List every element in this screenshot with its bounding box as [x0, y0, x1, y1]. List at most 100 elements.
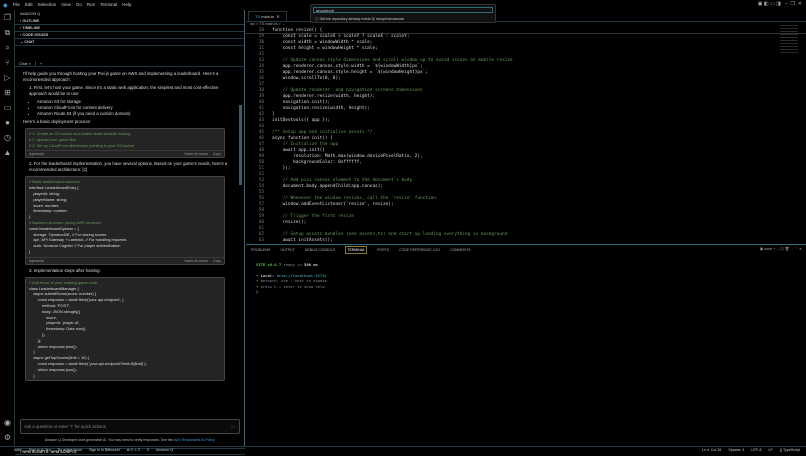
tab-label: main.ts: [261, 14, 275, 19]
status-right-item[interactable]: Spaces: 4: [728, 448, 744, 452]
line-text: resolution: Math.max(window.devicePixelR…: [272, 154, 423, 159]
line-text: function resize() {: [272, 28, 323, 33]
remote-icon[interactable]: ▭: [0, 100, 15, 115]
status-left-item[interactable]: ⊗ 0 ⚠ 0: [127, 448, 140, 452]
line-text: const width = windowWidth * scale;: [272, 40, 373, 45]
line-text: app.renderer.canvas.style.height = `${wi…: [272, 70, 428, 75]
line-text: // Add pixi canvas element to the docume…: [272, 178, 413, 183]
tab-comments[interactable]: COMMENTS: [450, 248, 470, 252]
local-url[interactable]: http://localhost:5173/: [277, 273, 327, 278]
menu-selection[interactable]: Selection: [38, 2, 57, 7]
line-text: window.addEventListener('resize', resize…: [272, 202, 394, 207]
command-palette-input[interactable]: arcaneorb: [313, 7, 493, 13]
status-right-item[interactable]: UTF-8: [751, 448, 761, 452]
command-palette[interactable]: arcaneorb ⓘ GitHub repository already ex…: [310, 4, 496, 23]
code-block: // Add these to your existing game code c…: [25, 276, 225, 382]
shell-name: node: [764, 247, 773, 251]
line-text: // Trigger the first resize: [272, 214, 354, 219]
line-text: const height = windowHeight * scale;: [272, 46, 378, 51]
minimap[interactable]: [780, 25, 798, 55]
status-left-item[interactable]: Amazon Q: [156, 448, 173, 452]
menu-run[interactable]: Run: [87, 2, 95, 7]
add-chat-button[interactable]: +: [40, 61, 42, 66]
code-line: // 3. Set up CloudFront distribution poi…: [29, 142, 135, 148]
timeline-icon[interactable]: ◷: [0, 130, 15, 145]
tab-output[interactable]: OUTPUT: [280, 248, 294, 252]
repo-name: sborplr/arcaneorb: [376, 17, 405, 21]
menu-file[interactable]: File: [13, 2, 20, 7]
terminal-actions[interactable]: ▣ node + ⌄ ◫ 🗑 … ⌃ ✕: [760, 247, 802, 251]
send-icon[interactable]: ▷: [232, 420, 235, 433]
status-left-item[interactable]: No active issue: [58, 448, 82, 452]
chat-tab-label: Chat: [19, 60, 28, 66]
line-text: window.scrollTo(0, 0);: [272, 76, 341, 81]
status-left-item[interactable]: 0: [147, 448, 149, 452]
aws-icon[interactable]: ▲: [0, 145, 15, 160]
chat-panel: Chat × + I'll help guide you through hos…: [15, 60, 245, 455]
source-control-icon[interactable]: ⑂: [0, 55, 15, 70]
code-editor[interactable]: 28 function resize() {29 const scale = sc…: [246, 28, 806, 244]
insert-at-cursor-button[interactable]: Insert at cursor: [184, 151, 207, 157]
line-text: // Initialize the app: [272, 142, 339, 147]
section-label: CODE ISSUES: [22, 33, 49, 37]
tab-main-ts[interactable]: TS main.ts ✕: [248, 11, 287, 21]
gear-icon[interactable]: ⚙: [0, 430, 15, 445]
status-right-item[interactable]: LF: [768, 448, 772, 452]
amazon-q-sidebar: AMAZON Q › OUTLINE › TIMELINE › CODE ISSUE…: [15, 10, 245, 455]
terminal[interactable]: VITE v6.0.7 ready in 506 ms ➜ Local: htt…: [246, 254, 806, 295]
search-icon[interactable]: ⌕: [0, 40, 15, 55]
section-label: CHAT: [24, 40, 35, 44]
line-text: // Setup assets bundles (see assets.ts) …: [272, 232, 508, 237]
tab-chat[interactable]: Chat ×: [15, 60, 36, 66]
language-label: typescript: [29, 152, 44, 157]
line-text: // Whenever the window resizes, call the…: [272, 196, 436, 201]
files-icon[interactable]: ⧉: [0, 25, 15, 40]
line-text: });: [272, 166, 291, 171]
section-code-issues[interactable]: › CODE ISSUES: [15, 32, 244, 39]
extensions-icon[interactable]: ⊞: [0, 85, 15, 100]
chat-intro: I'll help guide you through hosting your…: [23, 71, 219, 82]
tab-problems[interactable]: PROBLEMS: [251, 248, 270, 252]
bottom-panel: PROBLEMS OUTPUT DEBUG CONSOLE TERMINAL PORTS…: [246, 244, 806, 446]
status-right-item[interactable]: Ln 4, Col 39: [702, 448, 721, 452]
explorer-icon[interactable]: ❐: [0, 10, 15, 25]
status-left-item[interactable]: Sign in to Bitbucket: [89, 448, 120, 452]
account-icon[interactable]: ◉: [0, 415, 15, 430]
ready-time: 506 ms: [304, 262, 318, 267]
disclaimer-text: Amazon Q Developer uses generative AI. Y…: [44, 438, 174, 442]
line-text: // Update canvas style dimensions and sc…: [272, 58, 513, 63]
insert-at-cursor-button[interactable]: Insert at cursor: [184, 258, 207, 264]
menu-view[interactable]: View: [61, 2, 71, 7]
status-right-item[interactable]: {} TypeScript: [780, 448, 800, 452]
local-label: Local:: [260, 272, 275, 278]
tab-code-reference-log[interactable]: CODE REFERENCE LOG: [399, 248, 440, 252]
status-left-item[interactable]: main: [14, 448, 22, 452]
bullet-item: Amazon Route 53 (if you need a custom do…: [37, 111, 233, 117]
responsible-ai-link[interactable]: AWS Responsible AI Policy.: [173, 438, 215, 442]
tab-ports[interactable]: PORTS: [377, 248, 389, 252]
line-text: // Update renderer and navigation screen…: [272, 88, 423, 93]
copy-button[interactable]: Copy: [213, 258, 221, 264]
amazon-q-icon[interactable]: ●: [0, 115, 15, 130]
line-text: resize();: [272, 220, 307, 225]
copy-button[interactable]: Copy: [213, 151, 221, 157]
menu-help[interactable]: Help: [122, 2, 131, 7]
status-left-item[interactable]: Sign in to Jira: [29, 448, 51, 452]
close-icon[interactable]: ×: [29, 61, 31, 66]
suggestion-message: GitHub repository already exists: [319, 17, 371, 21]
section-timeline[interactable]: › TIMELINE: [15, 25, 244, 32]
command-palette-suggestion[interactable]: ⓘ GitHub repository already exists ▣ sbo…: [311, 15, 495, 24]
line-text: const scale = scaleX > scaleY ? scaleX :…: [272, 34, 410, 39]
section-chat[interactable]: ⌄ CHAT: [15, 39, 244, 46]
menu-go[interactable]: Go: [76, 2, 82, 7]
window-controls[interactable]: ▣ ◧ ▭ ◨ – ❐ ✕: [758, 1, 802, 7]
chat-input[interactable]: Ask a question or enter "/" for quick ac…: [20, 419, 240, 434]
menu-terminal[interactable]: Terminal: [100, 2, 117, 7]
run-debug-icon[interactable]: ▷: [0, 70, 15, 85]
menu-edit[interactable]: Edit: [25, 2, 33, 7]
tab-debug-console[interactable]: DEBUG CONSOLE: [305, 248, 336, 252]
tab-terminal[interactable]: TERMINAL: [345, 245, 368, 254]
code-line: }: [29, 248, 31, 254]
chat-scrollbar[interactable]: [239, 105, 242, 185]
section-outline[interactable]: › OUTLINE: [15, 18, 244, 25]
